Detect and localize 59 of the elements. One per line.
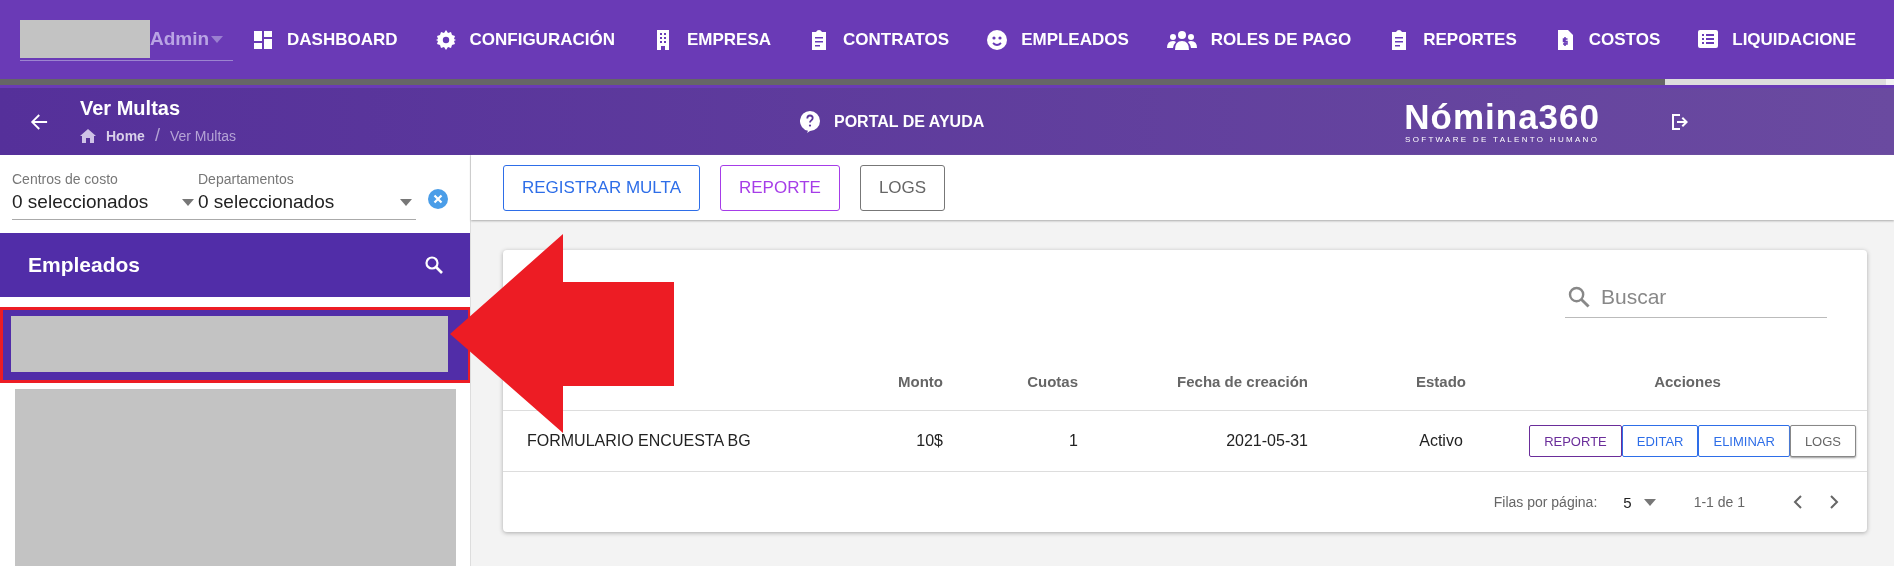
page-title: Ver Multas	[80, 97, 182, 120]
search-icon[interactable]	[424, 255, 444, 275]
help-link[interactable]: PORTAL DE AYUDA	[800, 110, 985, 133]
column-header[interactable]: Fecha de creación	[1078, 372, 1308, 390]
filter-select[interactable]: Centros de costo 0 seleccionados	[12, 171, 198, 220]
nav-link[interactable]: LIQUIDACIONE	[1698, 29, 1856, 50]
toolbar-button[interactable]: LOGS	[859, 164, 946, 211]
column-header[interactable]: Cuotas	[943, 372, 1078, 390]
people-icon	[1166, 29, 1197, 50]
column-header[interactable]: Estado	[1308, 372, 1508, 390]
action-button[interactable]: ELIMINAR	[1698, 425, 1790, 457]
logo-text: Nómina360	[1404, 99, 1600, 135]
filter-select[interactable]: Departamentos 0 seleccionados	[198, 171, 416, 220]
help-icon	[800, 110, 820, 133]
scrollbar[interactable]	[0, 79, 1886, 85]
table-cell-text: 10$	[915, 432, 943, 450]
table-cell-text: FORMULARIO ENCUESTA BG	[527, 432, 752, 450]
logo-tagline: SOFTWARE DE TALENTO HUMANO	[1404, 135, 1600, 144]
chevron-left-icon[interactable]	[1793, 495, 1803, 509]
nav-link[interactable]: CONTRATOS	[809, 29, 950, 50]
breadcrumb-current: Ver Multas	[169, 127, 237, 144]
gear-icon	[435, 29, 456, 50]
toolbar-button[interactable]: REPORTE	[720, 164, 840, 211]
page-range: 1-1 de 1	[1693, 494, 1745, 510]
action-button[interactable]: EDITAR	[1621, 425, 1699, 457]
breadcrumb-link[interactable]: Home	[106, 127, 145, 144]
breadcrumb-separator: /	[154, 125, 160, 146]
face-icon	[987, 29, 1008, 50]
caret-icon	[211, 35, 223, 43]
nav-link[interactable]: REPORTES	[1389, 29, 1517, 50]
nav-link[interactable]: ROLES DE PAGO	[1166, 29, 1352, 50]
action-button[interactable]: LOGS	[1789, 425, 1856, 457]
toolbar-button[interactable]: REGISTRAR MULTA	[503, 164, 700, 211]
dashboard-icon	[253, 29, 273, 50]
search-field[interactable]: Buscar	[1565, 276, 1827, 318]
employees-title: Empleados	[28, 253, 141, 277]
nav-link[interactable]: COSTOS	[1554, 29, 1661, 50]
rows-per-page-select[interactable]: 5	[1623, 493, 1656, 511]
back-arrow-icon[interactable]	[30, 112, 48, 131]
chevron-right-icon[interactable]	[1829, 495, 1839, 509]
nav-link[interactable]: EMPLEADOS	[987, 29, 1129, 50]
home-icon	[80, 128, 96, 143]
nav-link[interactable]: DASHBOARD	[253, 29, 398, 50]
rows-per-page-label: Filas por página:	[1493, 494, 1598, 510]
clear-icon[interactable]	[428, 189, 448, 209]
logout-icon[interactable]	[1670, 111, 1690, 132]
caret-icon	[182, 198, 194, 206]
nav-link[interactable]: EMPRESA	[652, 29, 772, 50]
caret-icon	[1643, 498, 1656, 506]
list-icon	[1698, 29, 1719, 50]
table-cell-text: 1	[1068, 432, 1078, 450]
nav-link[interactable]: CONFIGURACIÓN	[435, 29, 615, 50]
caret-icon	[400, 198, 412, 206]
action-button[interactable]: REPORTE	[1529, 425, 1622, 457]
search-icon	[1567, 285, 1591, 309]
table-cell-text: Activo	[1418, 432, 1464, 450]
table-cell-text: 2021-05-31	[1225, 432, 1308, 450]
column-header[interactable]: Acciones	[1508, 372, 1867, 390]
column-header[interactable]: Monto	[807, 372, 943, 390]
